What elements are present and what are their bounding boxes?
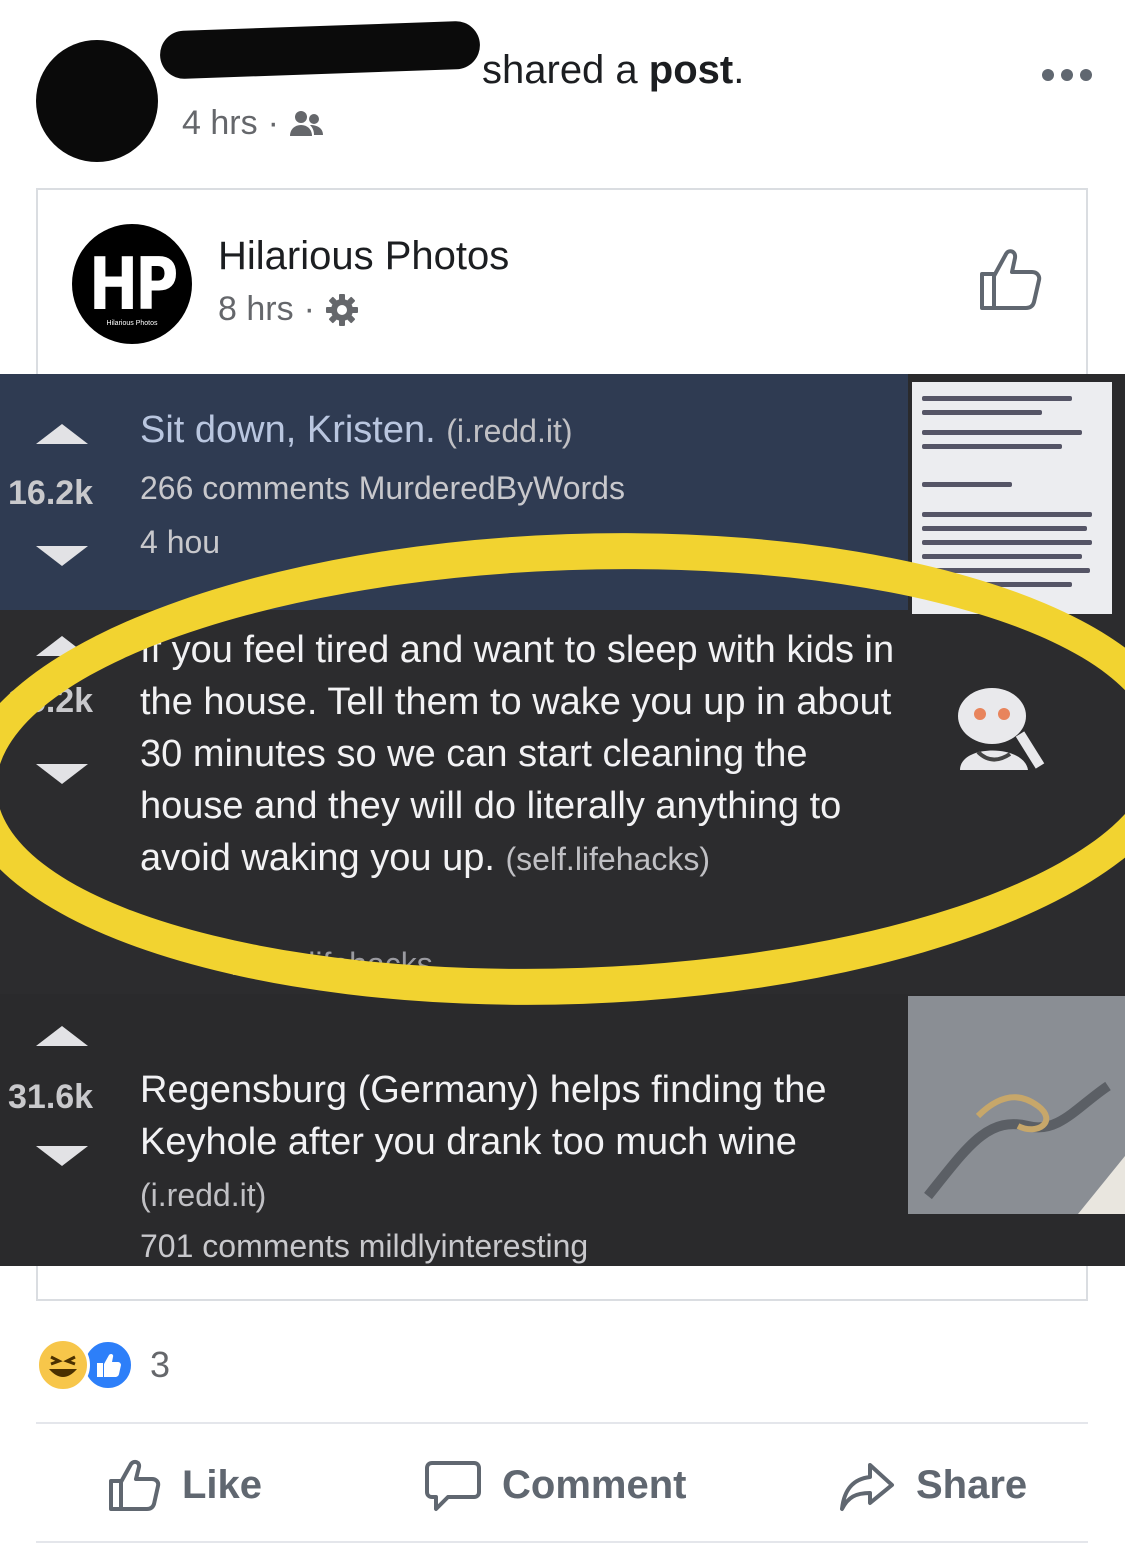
redacted-name[interactable]: [159, 20, 481, 80]
thumbs-up-icon: [109, 1459, 161, 1511]
downvote-icon[interactable]: [36, 1146, 88, 1166]
comment-label: Comment: [502, 1462, 687, 1507]
reaction-count[interactable]: 3: [150, 1344, 170, 1386]
post-thumbnail: [908, 996, 1125, 1214]
post-domain[interactable]: (i.redd.it): [446, 413, 572, 449]
shared-suffix: .: [733, 48, 745, 92]
share-icon: [840, 1463, 894, 1511]
comments-link[interactable]: 266 comments: [140, 470, 350, 506]
post-age: 4 hou: [140, 524, 221, 560]
post-domain[interactable]: (i.redd.it): [140, 1177, 266, 1213]
page-timestamp[interactable]: 8 hrs: [218, 290, 294, 329]
like-label: Like: [182, 1462, 263, 1507]
post-meta: 4 hrs ·: [182, 104, 325, 143]
shared-label: shared a: [482, 48, 638, 92]
downvote-icon[interactable]: [36, 546, 88, 566]
haha-icon: [36, 1338, 90, 1392]
post-title-text: Sit down, Kristen.: [140, 409, 436, 451]
upvote-icon[interactable]: [36, 424, 88, 444]
subreddit-link[interactable]: mildlyinteresting: [359, 1228, 588, 1264]
page-logo-subtext: Hilarious Photos: [106, 320, 158, 327]
post-subline: 701 comments mildlyinteresting: [140, 1228, 588, 1265]
post-link[interactable]: post: [649, 48, 733, 92]
reaction-summary[interactable]: 3: [36, 1338, 170, 1392]
divider: [36, 1422, 1088, 1424]
post-score: 16.2k: [8, 474, 94, 512]
post-subline: 266 comments MurderedByWords: [140, 470, 625, 507]
post-title[interactable]: Sit down, Kristen. (i.redd.it): [140, 404, 880, 457]
divider: [36, 1541, 1088, 1543]
page-meta-separator: ·: [303, 290, 315, 328]
comment-button[interactable]: Comment: [424, 1452, 686, 1518]
post-title-text: Regensburg (Germany) helps finding the K…: [140, 1069, 827, 1163]
share-label: Share: [916, 1462, 1028, 1507]
page-logo-text: HP: [88, 242, 178, 326]
post-score: 31.6k: [8, 1078, 94, 1116]
like-page-icon[interactable]: [976, 246, 1042, 312]
shared-text: shared a post.: [482, 48, 744, 93]
more-options-icon[interactable]: [1040, 60, 1094, 90]
gear-icon: [325, 293, 358, 326]
upvote-icon[interactable]: [36, 1026, 88, 1046]
page-logo[interactable]: HP Hilarious Photos: [72, 224, 192, 344]
subreddit-link[interactable]: MurderedByWords: [359, 470, 625, 506]
friends-icon: [289, 110, 323, 136]
comment-icon: [425, 1461, 481, 1511]
comments-link[interactable]: 701 comments: [140, 1228, 350, 1264]
avatar[interactable]: [36, 40, 158, 162]
shared-image[interactable]: 16.2k Sit down, Kristen. (i.redd.it) 266…: [0, 374, 1125, 1266]
share-button[interactable]: Share: [838, 1452, 1027, 1518]
page-name[interactable]: Hilarious Photos: [218, 234, 509, 279]
meta-separator: ·: [267, 104, 279, 142]
page-meta: 8 hrs ·: [218, 290, 359, 329]
like-button[interactable]: Like: [106, 1452, 262, 1518]
timestamp[interactable]: 4 hrs: [182, 104, 258, 143]
post-title[interactable]: Regensburg (Germany) helps finding the K…: [140, 1064, 880, 1221]
